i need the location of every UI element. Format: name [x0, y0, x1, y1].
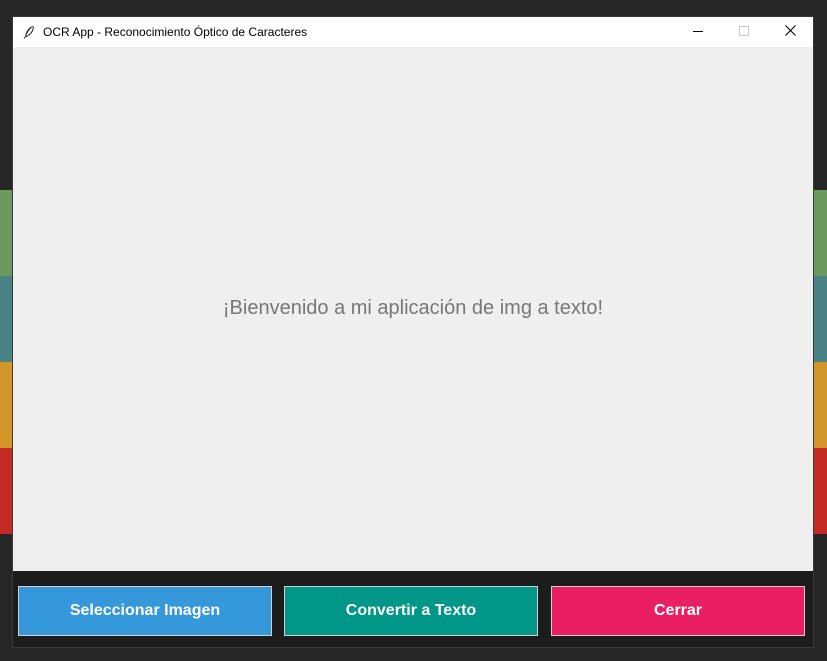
maximize-button[interactable] [721, 17, 767, 47]
welcome-message: ¡Bienvenido a mi aplicación de img a tex… [222, 297, 604, 319]
close-window-button[interactable] [767, 17, 813, 47]
minimize-icon [693, 23, 703, 41]
window-controls [675, 17, 813, 47]
maximize-icon [739, 23, 749, 41]
select-image-button[interactable]: Seleccionar Imagen [18, 586, 272, 636]
close-button[interactable]: Cerrar [551, 586, 805, 636]
button-bar: Seleccionar Imagen Convertir a Texto Cer… [13, 571, 813, 647]
convert-to-text-button[interactable]: Convertir a Texto [284, 586, 538, 636]
minimize-button[interactable] [675, 17, 721, 47]
app-window: OCR App - Reconocimiento Óptico de Carac… [13, 17, 813, 647]
window-title: OCR App - Reconocimiento Óptico de Carac… [43, 25, 308, 39]
main-content-area: ¡Bienvenido a mi aplicación de img a tex… [13, 47, 813, 571]
close-icon [784, 23, 796, 41]
feather-icon [22, 25, 36, 39]
title-bar[interactable]: OCR App - Reconocimiento Óptico de Carac… [13, 17, 813, 47]
